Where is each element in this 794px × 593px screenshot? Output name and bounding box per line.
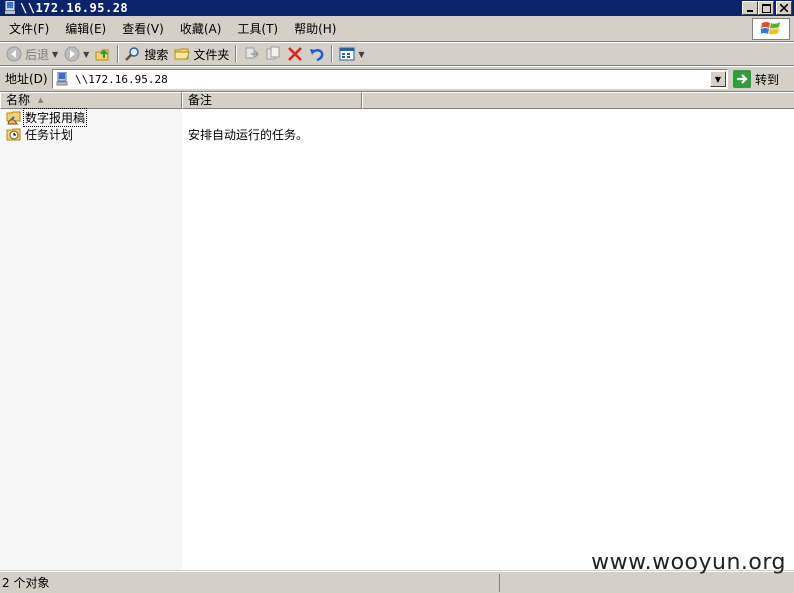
menu-file[interactable]: 文件(F) xyxy=(0,19,57,39)
minimize-button[interactable] xyxy=(742,1,758,15)
back-button[interactable]: 后退 ▼ xyxy=(3,44,61,64)
address-label: 地址(D) xyxy=(5,72,48,86)
forward-arrow-icon xyxy=(64,46,80,62)
list-item[interactable]: 数字报用稿 xyxy=(0,107,794,127)
copy-to-icon xyxy=(266,46,280,60)
network-computer-icon xyxy=(56,71,70,87)
views-icon xyxy=(339,47,355,61)
watermark-text: www.wooyun.org xyxy=(591,550,786,575)
standard-toolbar: 后退 ▼ ▼ 搜索 文件夹 ▼ xyxy=(0,42,794,66)
list-item-note: 安排自动运行的任务。 xyxy=(188,127,309,142)
back-button-label: 后退 xyxy=(25,47,50,62)
go-arrow-icon xyxy=(733,70,751,88)
maximize-button[interactable] xyxy=(758,1,774,15)
scheduled-tasks-folder-icon xyxy=(6,128,21,141)
copy-to-button[interactable] xyxy=(262,44,284,64)
views-button[interactable]: ▼ xyxy=(336,44,367,64)
menu-bar: 文件(F) 编辑(E) 查看(V) 收藏(A) 工具(T) 帮助(H) xyxy=(0,16,794,42)
column-headers: 名称 ▲ 备注 xyxy=(0,92,794,109)
close-button[interactable] xyxy=(776,1,792,15)
sorted-column-shading xyxy=(0,109,182,570)
up-folder-icon xyxy=(95,49,109,61)
delete-x-icon xyxy=(288,47,303,61)
undo-icon xyxy=(310,49,324,62)
address-input[interactable] xyxy=(75,72,695,86)
up-folder-button[interactable] xyxy=(92,44,114,64)
folders-button[interactable]: 文件夹 xyxy=(171,44,232,64)
column-header-name-label: 名称 xyxy=(6,93,31,107)
toolbar-separator xyxy=(235,45,238,63)
toolbar-separator xyxy=(331,45,334,63)
folders-button-label: 文件夹 xyxy=(193,47,230,62)
menu-favorites[interactable]: 收藏(A) xyxy=(172,19,230,39)
column-header-note-label: 备注 xyxy=(188,93,213,107)
menu-help[interactable]: 帮助(H) xyxy=(286,19,344,39)
menu-view[interactable]: 查看(V) xyxy=(114,19,172,39)
search-button[interactable]: 搜索 xyxy=(122,44,171,64)
undo-button[interactable] xyxy=(306,44,328,64)
move-to-icon xyxy=(245,47,260,59)
sort-ascending-icon: ▲ xyxy=(38,96,44,104)
back-arrow-icon xyxy=(6,46,22,62)
list-item-name-cell[interactable]: 任务计划 xyxy=(0,126,182,143)
window-title: \\172.16.95.28 xyxy=(20,1,129,15)
search-button-label: 搜索 xyxy=(144,47,169,62)
column-header-name[interactable]: 名称 ▲ xyxy=(0,92,182,109)
windows-logo-icon xyxy=(752,18,790,40)
file-list-view[interactable]: 名称 ▲ 备注 数字报用稿 任务计划 安排自动运行的任务。 xyxy=(0,91,794,570)
folder-icon xyxy=(174,48,191,60)
forward-dropdown-icon[interactable]: ▼ xyxy=(83,50,89,59)
menu-edit[interactable]: 编辑(E) xyxy=(57,19,114,39)
network-computer-icon xyxy=(3,1,17,15)
title-bar: \\172.16.95.28 xyxy=(0,0,794,16)
window-controls xyxy=(742,1,792,15)
list-item[interactable]: 任务计划 安排自动运行的任务。 xyxy=(0,126,794,142)
forward-button[interactable]: ▼ xyxy=(61,44,92,64)
go-button[interactable]: 转到 xyxy=(733,69,779,89)
column-header-note[interactable]: 备注 xyxy=(182,92,362,109)
search-icon xyxy=(125,47,140,61)
back-dropdown-icon[interactable]: ▼ xyxy=(52,50,58,59)
list-item-name-cell[interactable]: 数字报用稿 xyxy=(0,107,182,127)
move-to-button[interactable] xyxy=(240,44,262,64)
shared-folder-icon xyxy=(6,111,21,125)
go-button-label: 转到 xyxy=(755,72,780,87)
views-dropdown-icon: ▼ xyxy=(358,49,365,59)
delete-button[interactable] xyxy=(284,44,306,64)
column-header-filler xyxy=(362,92,794,109)
toolbar-separator xyxy=(117,45,120,63)
address-dropdown-icon[interactable]: ▼ xyxy=(710,71,726,87)
list-item-name: 任务计划 xyxy=(25,127,74,142)
address-bar: 地址(D) ▼ 转到 xyxy=(0,66,794,90)
menu-tools[interactable]: 工具(T) xyxy=(229,19,286,39)
status-object-count: 2 个对象 xyxy=(0,573,500,592)
address-combobox[interactable]: ▼ xyxy=(52,69,728,89)
list-item-name: 数字报用稿 xyxy=(22,107,88,127)
